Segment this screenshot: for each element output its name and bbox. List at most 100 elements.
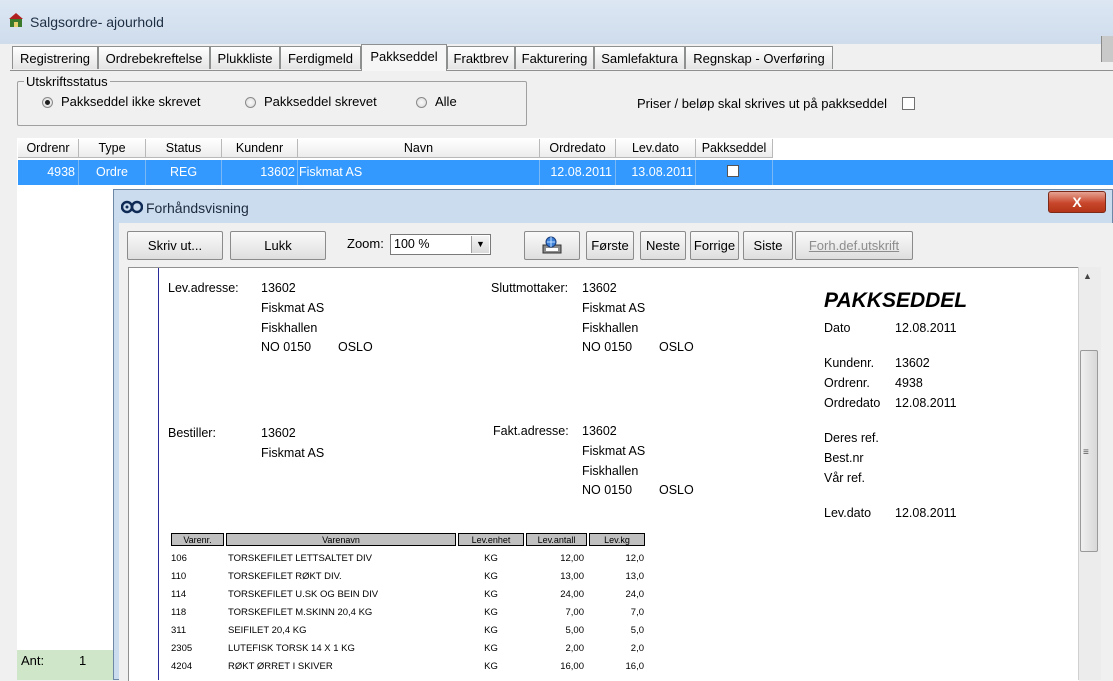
cell-ordrenr[interactable]: 4938: [18, 160, 79, 185]
print-button[interactable]: Skriv ut...: [127, 231, 223, 260]
sluttmottaker-postnr: NO 0150: [582, 340, 633, 354]
line-varenr: 110: [171, 571, 187, 582]
col-header-ordredato[interactable]: Ordredato: [540, 139, 616, 158]
levdato-value: 12.08.2011: [895, 506, 957, 520]
prev-page-button[interactable]: Forrige: [690, 231, 739, 260]
col-header-pakkseddel[interactable]: Pakkseddel: [696, 139, 773, 158]
next-page-button[interactable]: Neste: [640, 231, 686, 260]
scroll-up-icon[interactable]: ▲: [1083, 271, 1092, 281]
title-bar: [0, 0, 1113, 44]
line-enhet: KG: [484, 607, 498, 618]
radio-label-ikke-skrevet: Pakkseddel ikke skrevet: [61, 94, 201, 109]
tab-ferdigmeld[interactable]: Ferdigmeld: [280, 46, 361, 69]
zoom-label: Zoom:: [347, 236, 384, 251]
var-ref-label: Vår ref.: [824, 471, 865, 485]
line-kg: 12,0: [625, 553, 645, 564]
tab-registrering[interactable]: Registrering: [12, 46, 98, 69]
pakkseddel-row-checkbox[interactable]: [727, 165, 739, 177]
cell-status[interactable]: REG: [146, 160, 222, 185]
main-window-edge: [1101, 36, 1113, 62]
preview-title: Forhåndsvisning: [146, 200, 249, 216]
window-title: Salgsordre- ajourhold: [30, 14, 164, 30]
line-enhet: KG: [484, 661, 498, 672]
prices-checkbox[interactable]: [902, 97, 915, 110]
chevron-down-icon[interactable]: ▼: [471, 236, 489, 253]
printer-globe-icon: [542, 236, 562, 254]
line-varenr: 4204: [171, 661, 193, 672]
cell-pakkseddel[interactable]: [696, 160, 773, 185]
line-antall: 5,00: [565, 625, 585, 636]
cell-type[interactable]: Ordre: [79, 160, 146, 185]
line-enhet: KG: [484, 625, 498, 636]
line-header-varenavn: Varenavn: [226, 533, 456, 546]
col-header-ordrenr[interactable]: Ordrenr: [18, 139, 79, 158]
deres-ref-label: Deres ref.: [824, 431, 879, 445]
tab-fraktbrev[interactable]: Fraktbrev: [447, 46, 515, 69]
levdato-label: Lev.dato: [824, 506, 872, 520]
line-varenr: 311: [171, 625, 187, 636]
kundenr-value: 13602: [895, 356, 930, 370]
line-enhet: KG: [484, 643, 498, 654]
lev-adresse-line: 13602: [261, 281, 296, 295]
line-kg: 16,0: [625, 661, 645, 672]
radio-alle[interactable]: [416, 97, 427, 108]
line-enhet: KG: [484, 553, 498, 564]
line-antall: 7,00: [565, 607, 585, 618]
lev-adresse-line: Fiskhallen: [261, 321, 318, 335]
tab-ordrebekreftelse[interactable]: Ordrebekreftelse: [98, 46, 210, 69]
tab-plukkliste[interactable]: Plukkliste: [210, 46, 280, 69]
sluttmottaker-line: Fiskhallen: [582, 321, 639, 335]
preview-app-icon: [121, 200, 143, 214]
bestiller-line: Fiskmat AS: [261, 446, 325, 460]
radio-label-skrevet: Pakkseddel skrevet: [264, 94, 377, 109]
col-header-status[interactable]: Status: [146, 139, 222, 158]
fakt-adresse-line: Fiskmat AS: [582, 444, 646, 458]
lev-adresse-sted: OSLO: [338, 340, 373, 354]
page-setup-button[interactable]: [524, 231, 580, 260]
col-header-levdato[interactable]: Lev.dato: [616, 139, 696, 158]
cell-navn[interactable]: Fiskmat AS: [298, 160, 540, 185]
line-antall: 13,00: [560, 571, 584, 582]
line-kg: 2,0: [630, 643, 644, 654]
tab-pakkseddel[interactable]: Pakkseddel: [361, 44, 447, 71]
line-varenavn: LUTEFISK TORSK 14 X 1 KG: [228, 643, 355, 654]
close-button[interactable]: Lukk: [230, 231, 326, 260]
radio-label-alle: Alle: [435, 94, 457, 109]
line-varenavn: RØKT ØRRET I SKIVER: [228, 661, 333, 672]
col-header-type[interactable]: Type: [79, 139, 146, 158]
bestiller-line: 13602: [261, 426, 296, 440]
fakt-adresse-label: Fakt.adresse:: [493, 424, 569, 438]
radio-ikke-skrevet[interactable]: [42, 97, 53, 108]
margin-line: [158, 268, 159, 680]
fakt-adresse-line: 13602: [582, 424, 617, 438]
tab-regnskap-overforing[interactable]: Regnskap - Overføring: [685, 46, 833, 69]
cell-ordredato[interactable]: 12.08.2011: [540, 160, 616, 185]
bestiller-label: Bestiller:: [168, 426, 216, 440]
line-varenavn: SEIFILET 20,4 KG: [228, 625, 307, 636]
cell-kundenr[interactable]: 13602: [222, 160, 298, 185]
line-kg: 7,0: [630, 607, 644, 618]
line-kg: 5,0: [630, 625, 644, 636]
page-definition-button[interactable]: Forh.def.utskrift: [795, 231, 913, 260]
lev-adresse-postnr: NO 0150: [261, 340, 312, 354]
ordrenr-value: 4938: [895, 376, 923, 390]
count-bar: Ant: 1: [17, 650, 113, 680]
ant-value: 1: [79, 653, 87, 668]
radio-skrevet[interactable]: [245, 97, 256, 108]
lev-adresse-label: Lev.adresse:: [168, 281, 239, 295]
tab-divider: [10, 70, 1113, 71]
line-header-levantall: Lev.antall: [526, 533, 587, 546]
cell-levdato[interactable]: 13.08.2011: [616, 160, 696, 185]
first-page-button[interactable]: Første: [586, 231, 634, 260]
last-page-button[interactable]: Siste: [743, 231, 793, 260]
sluttmottaker-line: Fiskmat AS: [582, 301, 646, 315]
col-header-navn[interactable]: Navn: [298, 139, 540, 158]
app-house-icon: [9, 13, 23, 27]
preview-close-button[interactable]: X: [1048, 191, 1106, 213]
tab-samlefaktura[interactable]: Samlefaktura: [594, 46, 685, 69]
line-antall: 12,00: [560, 553, 584, 564]
tab-fakturering[interactable]: Fakturering: [515, 46, 594, 69]
line-varenavn: TORSKEFILET LETTSALTET DIV: [228, 553, 372, 564]
col-header-kundenr[interactable]: Kundenr: [222, 139, 298, 158]
ordrenr-label: Ordrenr.: [824, 376, 870, 390]
